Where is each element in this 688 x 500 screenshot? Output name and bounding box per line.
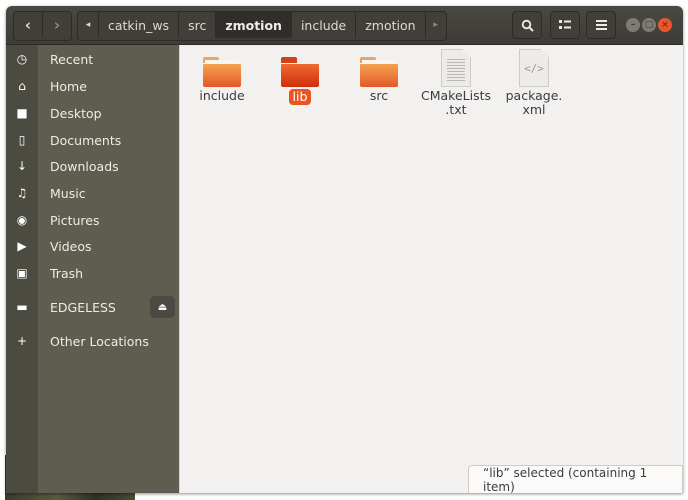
search-button[interactable] [512,11,542,39]
sidebar-item-videos[interactable]: ▶ Videos [6,233,179,259]
folder-icon [360,57,398,87]
sidebar-item-label: Downloads [50,158,119,174]
view-toggle-button[interactable] [550,11,580,39]
sidebar-item-pictures[interactable]: ◉ Pictures [6,207,179,233]
trash-icon: ▣ [16,266,28,280]
home-icon: ⌂ [18,79,26,93]
file-name-line2: xml [522,102,546,117]
plus-icon: + [16,334,28,348]
music-icon: ♫ [16,186,28,200]
file-name: src [369,88,389,103]
close-button[interactable]: × [658,18,672,32]
sidebar-item-label: Trash [50,265,84,281]
video-icon: ▶ [17,239,27,253]
sidebar-item-label: Other Locations [50,333,149,349]
sidebar-item-home[interactable]: ⌂ Home [6,73,179,99]
sidebar-item-desktop[interactable]: ■ Desktop [6,100,179,126]
breadcrumb-zmotion-current[interactable]: zmotion [215,12,291,38]
file-item-package-xml[interactable]: </> package. xml [499,49,569,117]
camera-icon: ◉ [16,213,28,227]
clock-icon: ◷ [16,52,28,66]
minimize-icon: – [630,20,636,30]
selection-status: “lib” selected (containing 1 item) [468,465,683,493]
sidebar-item-downloads[interactable]: ↓ Downloads [6,153,179,179]
breadcrumb: ◂ catkin_ws src zmotion include zmotion … [77,11,447,41]
sidebar-item-label: Home [50,78,87,94]
file-item-cmakelists[interactable]: CMakeLists .txt [421,49,491,117]
chevron-right-icon: › [53,16,61,34]
close-icon: × [661,20,669,30]
status-text: “lib” selected (containing 1 item) [483,465,648,494]
file-item-lib[interactable]: lib [265,57,335,105]
folder-icon [281,57,319,87]
breadcrumb-zmotion[interactable]: zmotion [355,12,425,38]
headerbar: ‹ › ◂ catkin_ws src zmotion include zmot… [6,6,683,45]
maximize-button[interactable]: □ [642,18,656,32]
xml-file-icon: </> [519,49,549,87]
file-name-line2: .txt [445,102,467,117]
file-name-line1: CMakeLists [420,88,492,103]
sidebar-item-documents[interactable]: ▯ Documents [6,127,179,153]
search-icon [521,19,534,32]
file-manager-window: ‹ › ◂ catkin_ws src zmotion include zmot… [6,6,683,493]
view-toggle-icon [559,20,571,29]
code-glyph: </> [524,62,544,75]
file-name: include [199,88,245,103]
back-button[interactable]: ‹ [14,12,42,38]
sidebar-item-label: Videos [50,238,92,254]
sidebar-item-label: EDGELESS [50,299,116,315]
file-item-include[interactable]: include [187,57,257,103]
sidebar-item-other-locations[interactable]: + Other Locations [6,328,179,354]
folder-icon [203,57,241,87]
drive-icon: ▬ [16,300,28,314]
file-name-line1: package. [505,88,563,103]
sidebar-item-label: Pictures [50,212,100,228]
breadcrumb-src[interactable]: src [178,12,216,38]
sidebar-item-label: Desktop [50,105,102,121]
folder-icon: ■ [16,106,28,120]
sidebar-item-trash[interactable]: ▣ Trash [6,260,179,286]
navigation-buttons: ‹ › [13,11,72,41]
sidebar-item-label: Recent [50,51,94,67]
eject-icon: ⏏ [157,301,168,313]
breadcrumb-include[interactable]: include [290,12,356,38]
sidebar-item-label: Documents [50,132,122,148]
sidebar-item-recent[interactable]: ◷ Recent [6,46,179,72]
sidebar-item-music[interactable]: ♫ Music [6,180,179,206]
breadcrumb-catkin-ws[interactable]: catkin_ws [98,12,179,38]
file-item-src[interactable]: src [344,57,414,103]
path-scroll-left-button[interactable]: ◂ [78,12,98,38]
file-view: include lib src CMakeLists .txt </> pack… [179,45,683,493]
download-icon: ↓ [16,159,28,173]
file-name: lib [288,89,312,105]
sidebar-item-label: Music [50,185,86,201]
forward-button[interactable]: › [42,12,71,38]
sidebar: ◷ Recent ⌂ Home ■ Desktop ▯ Documents ↓ Downl… [6,45,179,493]
eject-button[interactable]: ⏏ [150,296,175,318]
menu-button[interactable] [586,11,616,39]
maximize-icon: □ [644,20,654,30]
chevron-left-icon: ‹ [24,16,32,34]
document-icon: ▯ [18,133,26,147]
minimize-button[interactable]: – [626,18,640,32]
path-scroll-right-button[interactable]: ▸ [424,12,446,38]
text-file-icon [441,49,471,87]
hamburger-menu-icon [595,20,607,30]
